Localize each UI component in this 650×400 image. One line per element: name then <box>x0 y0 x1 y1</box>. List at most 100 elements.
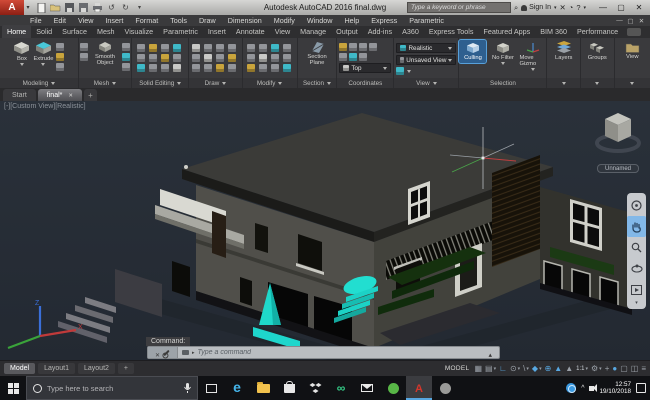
tool-icon[interactable] <box>246 64 255 72</box>
autoscale-icon[interactable] <box>565 361 573 377</box>
tool-icon[interactable] <box>161 44 170 52</box>
file-tab-start[interactable]: Start <box>3 89 36 101</box>
tool-icon[interactable] <box>339 43 348 51</box>
scale-caret-icon[interactable]: ▾ <box>585 361 588 377</box>
ribbon-tab-performance[interactable]: Performance <box>572 25 623 38</box>
command-recent-icon[interactable] <box>182 350 189 355</box>
menu-tools[interactable]: Tools <box>164 16 193 25</box>
command-recent-caret-icon[interactable]: ▸ <box>192 350 195 356</box>
performance-recorder-icon[interactable] <box>627 28 642 36</box>
tool-icon[interactable] <box>137 64 146 72</box>
menu-modify[interactable]: Modify <box>268 16 301 25</box>
panel-label-draw[interactable]: Draw <box>189 78 242 88</box>
viewport-controls-label[interactable]: [-][Custom View][Realistic] <box>4 103 86 110</box>
tool-icon[interactable] <box>228 64 237 72</box>
tool-icon[interactable] <box>258 44 267 52</box>
dropbox-button[interactable] <box>302 376 328 400</box>
panel-label-modify[interactable]: Modify <box>242 78 297 88</box>
taskbar-clock[interactable]: 12:57 19/10/2018 <box>599 381 631 396</box>
tool-icon[interactable] <box>216 54 225 62</box>
command-input[interactable] <box>197 349 486 356</box>
plot-icon[interactable] <box>92 2 103 13</box>
ribbon-tab-annotate[interactable]: Annotate <box>231 25 270 38</box>
layout-tab-layout2[interactable]: Layout2 <box>78 363 115 374</box>
tool-icon[interactable] <box>80 53 88 61</box>
tool-icon[interactable] <box>349 53 358 61</box>
sign-in-button[interactable]: Sign In <box>521 4 551 11</box>
new-layout-button[interactable]: + <box>117 363 135 374</box>
menu-insert[interactable]: Insert <box>99 16 129 25</box>
viewport-config-row[interactable] <box>396 67 456 75</box>
graphics-performance-icon[interactable] <box>612 361 617 377</box>
ucs-icon[interactable]: Z X <box>7 300 83 350</box>
qat-customize-caret-icon[interactable]: ▾ <box>134 2 145 13</box>
annotation-monitor-icon[interactable] <box>605 361 610 377</box>
workspace-caret-icon[interactable]: ▾ <box>599 361 602 377</box>
tool-icon[interactable] <box>258 54 267 62</box>
tool-icon[interactable] <box>349 43 358 51</box>
isometric-drafting-icon[interactable] <box>523 361 525 377</box>
tool-icon[interactable] <box>258 64 267 72</box>
minimize-button[interactable] <box>594 3 612 12</box>
undo-icon[interactable]: ↺ <box>106 2 117 13</box>
zoom-icon[interactable] <box>627 237 646 258</box>
panel-label-coordinates[interactable]: Coordinates <box>337 78 394 88</box>
isolate-objects-icon[interactable] <box>631 361 639 377</box>
tool-icon[interactable] <box>359 43 368 51</box>
tool-icon[interactable] <box>137 54 146 62</box>
tool-icon[interactable] <box>173 44 182 52</box>
tool-icon[interactable] <box>282 54 291 62</box>
panel-label-selection[interactable]: Selection <box>459 78 547 88</box>
save-icon[interactable] <box>64 2 75 13</box>
panel-label-mesh[interactable]: Mesh <box>78 78 132 88</box>
polar-tracking-icon[interactable] <box>510 361 517 377</box>
iso-caret-icon[interactable]: ▾ <box>526 361 529 377</box>
close-button[interactable] <box>630 3 648 12</box>
tool-icon[interactable] <box>192 44 201 52</box>
view-state-dropdown[interactable]: Unsaved View <box>396 55 457 65</box>
annotation-visibility-icon[interactable] <box>554 361 562 377</box>
panel-label-view[interactable]: View <box>394 78 459 88</box>
tool-icon[interactable] <box>122 43 130 51</box>
command-expand-icon[interactable] <box>488 344 495 361</box>
taskbar-search[interactable] <box>26 376 198 400</box>
tool-icon[interactable] <box>161 64 170 72</box>
menu-window[interactable]: Window <box>301 16 339 25</box>
tool-icon[interactable] <box>339 53 348 61</box>
exchange-apps-icon[interactable]: ✕ <box>559 3 565 12</box>
doc-close-button[interactable] <box>636 17 647 25</box>
command-line-bar[interactable]: ▸ <box>147 346 500 359</box>
pan-icon[interactable] <box>627 216 646 237</box>
panel-label-section[interactable]: Section <box>297 78 337 88</box>
tool-icon[interactable] <box>282 44 291 52</box>
ribbon-tab-a360[interactable]: A360 <box>397 25 424 38</box>
box-button[interactable]: Box <box>13 40 30 66</box>
microphone-icon[interactable] <box>184 383 191 393</box>
layers-button[interactable]: Layers <box>549 40 579 61</box>
menu-draw[interactable]: Draw <box>193 16 222 25</box>
menu-edit[interactable]: Edit <box>48 16 72 25</box>
file-tab-final[interactable]: final* <box>37 89 82 101</box>
layout-tab-model[interactable]: Model <box>4 363 36 374</box>
navbar-menu-caret-icon[interactable]: ▾ <box>635 300 638 307</box>
panel-label-view-tools[interactable] <box>614 78 650 88</box>
tool-icon[interactable] <box>282 64 291 72</box>
tool-icon[interactable] <box>149 54 158 62</box>
doc-restore-button[interactable] <box>625 17 636 25</box>
tray-expand-icon[interactable]: ^ <box>581 385 584 392</box>
infocenter-search-icon[interactable]: ⌕ <box>514 3 518 13</box>
clean-screen-icon[interactable] <box>620 361 628 377</box>
smooth-object-button[interactable]: Smooth Object <box>91 40 119 66</box>
mail-button[interactable] <box>354 376 380 400</box>
viewcube-view-name[interactable]: Unnamed <box>597 164 639 173</box>
section-plane-button[interactable]: Section Plane <box>300 40 334 66</box>
edge-button[interactable] <box>224 376 250 400</box>
ribbon-tab-manage[interactable]: Manage <box>295 25 331 38</box>
ribbon-tab-addins[interactable]: Add-ins <box>363 25 397 38</box>
ribbon-tab-view[interactable]: View <box>270 25 295 38</box>
ribbon-tab-express-tools[interactable]: Express Tools <box>424 25 479 38</box>
ribbon-tab-bim360[interactable]: BIM 360 <box>535 25 572 38</box>
command-close-icon[interactable] <box>155 344 160 361</box>
tool-icon[interactable] <box>173 64 182 72</box>
gizmo-icon[interactable] <box>545 361 552 377</box>
